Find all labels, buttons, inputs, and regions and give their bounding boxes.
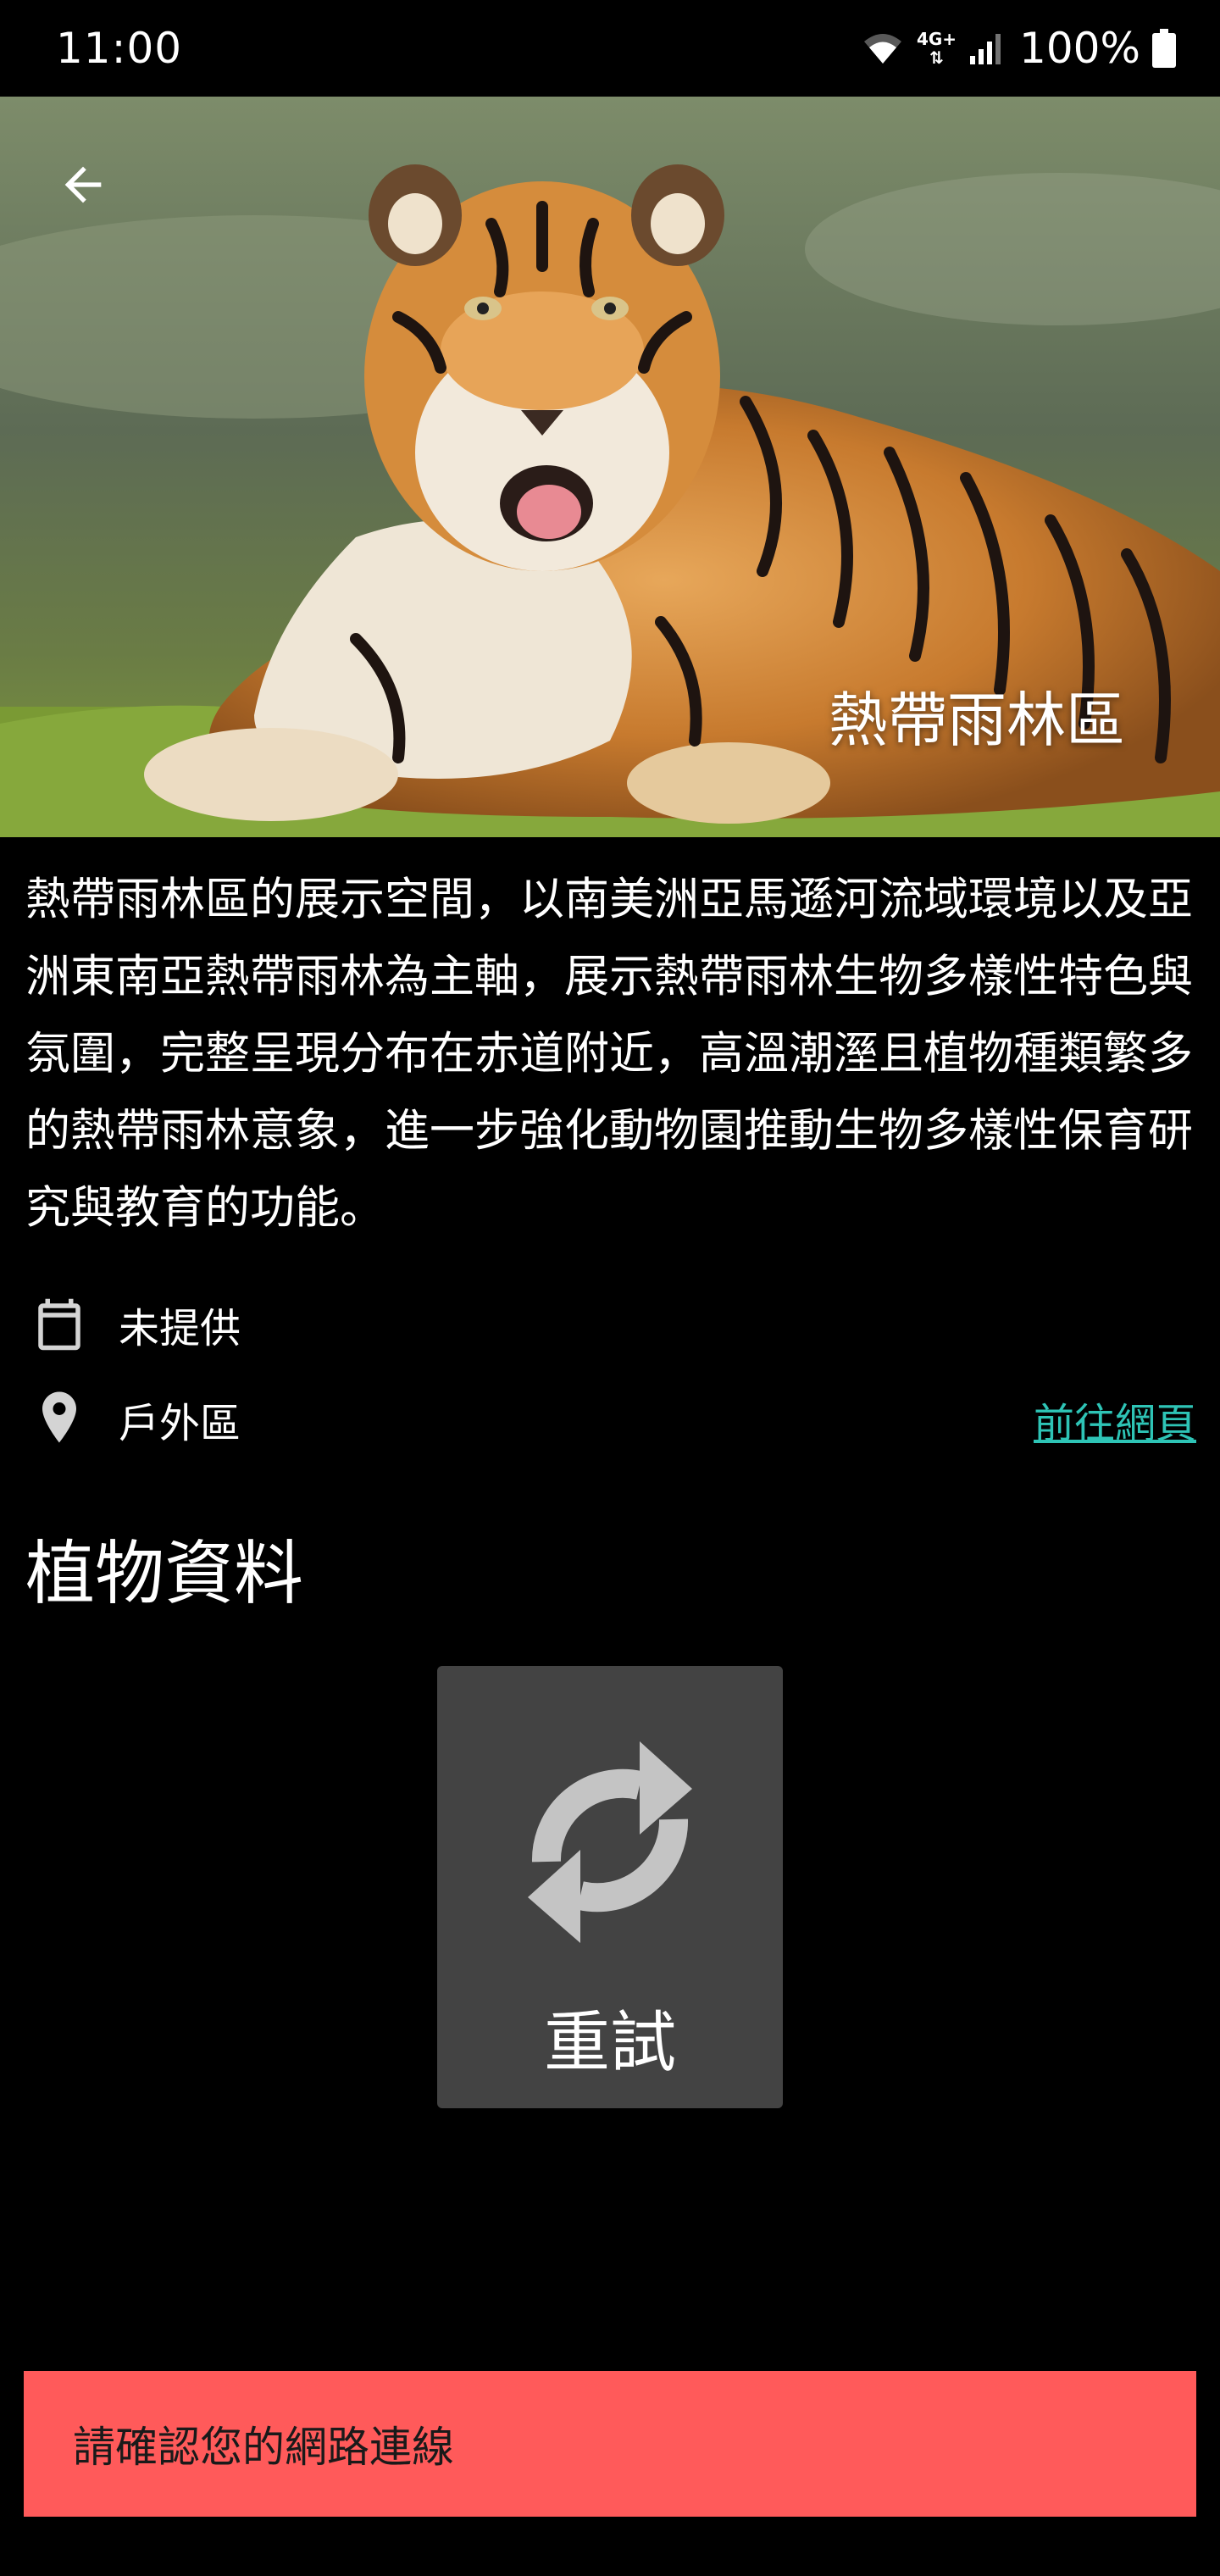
retry-label: 重試 [543, 2005, 676, 2081]
retry-button[interactable]: 重試 [437, 1666, 783, 2108]
plants-section-title: 植物資料 [25, 1534, 304, 1614]
back-button[interactable] [42, 144, 124, 225]
location-row: 戶外區 前往網頁 [25, 1381, 1196, 1457]
network-type: 4G+ ⇅ [916, 29, 957, 68]
date-row: 未提供 [25, 1286, 1196, 1363]
snackbar-message: 請確認您的網路連線 [73, 2423, 454, 2472]
refresh-icon [500, 1696, 720, 1985]
battery-percent: 100% [1019, 24, 1140, 73]
status-icons: 4G+ ⇅ 100% [861, 24, 1176, 73]
arrow-left-icon [64, 166, 102, 203]
status-bar: 11:00 4G+ ⇅ 100% [0, 0, 1220, 97]
location-text: 戶外區 [119, 1400, 241, 1447]
web-link[interactable]: 前往網頁 [1034, 1390, 1196, 1449]
signal-icon [968, 32, 1002, 64]
screen: 11:00 4G+ ⇅ 100% 熱帶雨林區 熱帶雨林區的展示空間，以南美洲亞馬… [0, 0, 1220, 2576]
date-text: 未提供 [119, 1305, 241, 1352]
battery-icon [1152, 29, 1176, 68]
status-time: 11:00 [56, 24, 183, 73]
hero-title: 熱帶雨林區 [829, 686, 1125, 755]
network-error-snackbar: 請確認您的網路連線 [24, 2371, 1196, 2517]
location-pin-icon [25, 1385, 93, 1453]
area-description: 熱帶雨林區的展示空間，以南美洲亞馬遜河流域環境以及亞洲東南亞熱帶雨林為主軸，展示… [25, 874, 1193, 1234]
calendar-icon [25, 1291, 93, 1358]
hero-banner: 熱帶雨林區 [0, 97, 1220, 837]
data-arrows-icon: 4G+ ⇅ [917, 30, 957, 67]
wifi-icon [861, 31, 905, 65]
